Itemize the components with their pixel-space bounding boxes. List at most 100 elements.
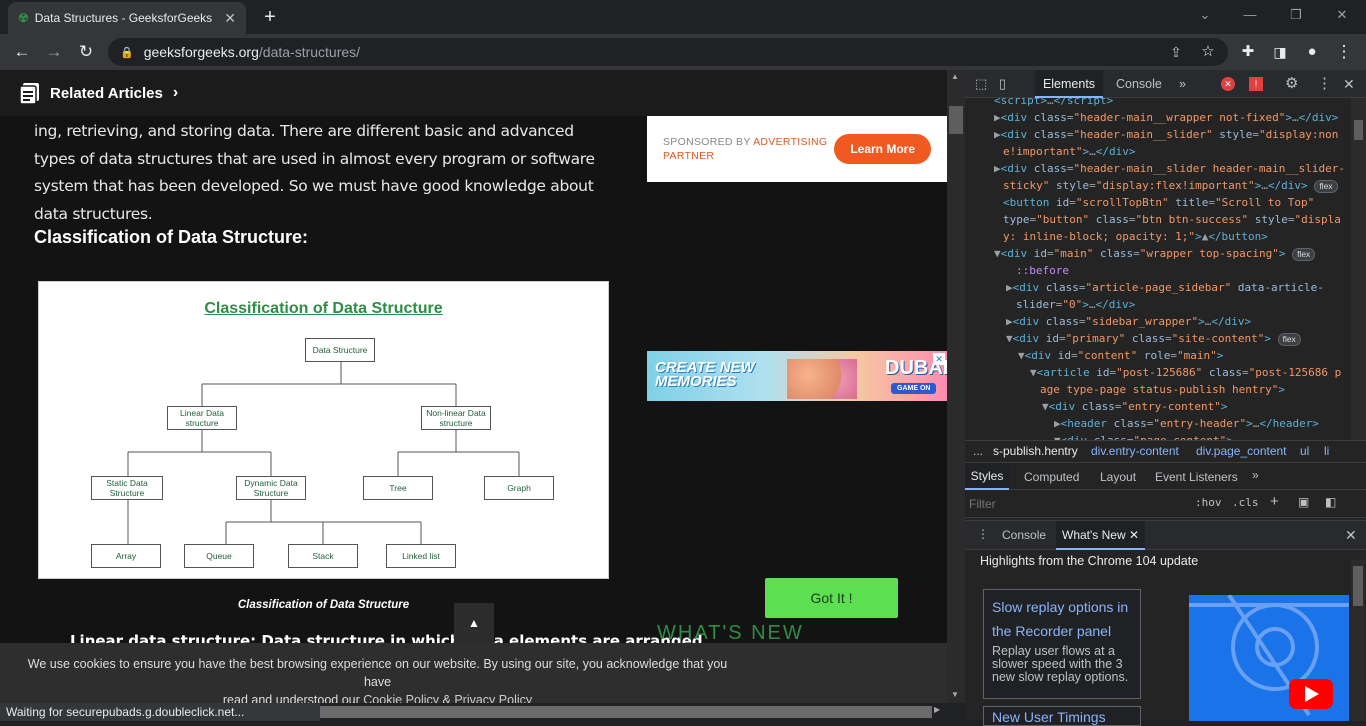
page-scrollbar[interactable]: [947, 70, 965, 703]
bookmark-star-icon[interactable]: ☆: [1196, 40, 1220, 64]
breadcrumb-item[interactable]: div.page_content: [1196, 444, 1287, 458]
node-tree: Tree: [363, 476, 433, 500]
dom-node[interactable]: ▼<div id="main" class="wrapper top-spaci…: [994, 245, 1316, 262]
scroll-to-top-button[interactable]: ▲: [454, 603, 494, 643]
tab-close-icon[interactable]: ✕: [224, 10, 236, 27]
error-count-icon[interactable]: ✕: [1221, 77, 1235, 91]
dom-node-cont: sticky" style="display:flex!important">……: [1003, 177, 1338, 194]
tab-elements[interactable]: Elements: [1035, 70, 1103, 98]
minimize-button[interactable]: —: [1230, 4, 1270, 26]
browser-tab[interactable]: ☢ Data Structures - GeeksforGeeks ✕: [8, 2, 246, 34]
tab-layout[interactable]: Layout: [1100, 470, 1136, 484]
node-linked-list: Linked list: [386, 544, 456, 568]
drawer-tab-whats-new[interactable]: What's New ✕: [1056, 521, 1146, 550]
tab-computed[interactable]: Computed: [1024, 470, 1079, 484]
status-text: Waiting for securepubads.g.doubleclick.n…: [0, 703, 320, 721]
dom-node[interactable]: <button id="scrollTopBtn" title="Scroll …: [1003, 194, 1314, 211]
learn-more-button[interactable]: Learn More: [834, 134, 931, 164]
cookie-banner: We use cookies to ensure you have the be…: [0, 643, 947, 703]
extensions-icon[interactable]: ✚: [1236, 40, 1260, 64]
drawer-menu-icon[interactable]: ⋮: [977, 527, 989, 541]
dom-node[interactable]: ▼<div class="page_content">: [1054, 432, 1233, 440]
menu-icon[interactable]: ⋮: [1332, 40, 1356, 64]
scroll-up-arrow-icon[interactable]: ▲: [951, 72, 959, 81]
card-title[interactable]: Slow replay options in the Recorder pane…: [992, 595, 1132, 643]
video-thumbnail[interactable]: [1189, 595, 1349, 721]
hov-toggle[interactable]: :hov: [1195, 496, 1222, 509]
back-icon[interactable]: ←: [10, 40, 34, 64]
dom-node[interactable]: ▼<div id="primary" class="site-content">…: [1006, 330, 1301, 347]
scroll-down-arrow-icon[interactable]: ▼: [951, 690, 959, 699]
elements-tree[interactable]: <script>…</script> ▶<div class="header-m…: [965, 98, 1350, 440]
inspect-element-icon[interactable]: ⬚: [975, 70, 987, 98]
more-tabs-icon[interactable]: »: [1179, 70, 1186, 98]
scroll-right-arrow-icon[interactable]: ▶: [934, 705, 940, 714]
more-styles-tabs-icon[interactable]: »: [1252, 468, 1259, 482]
issues-count-icon[interactable]: !: [1249, 77, 1263, 91]
node-stack: Stack: [288, 544, 358, 568]
dom-node[interactable]: ▶<div class="header-main__slider" style=…: [994, 126, 1338, 143]
cls-toggle[interactable]: .cls: [1232, 496, 1259, 509]
cookie-policy-link[interactable]: Cookie Policy: [363, 693, 439, 703]
dom-node[interactable]: ▶<div class="sidebar_wrapper">…</div>: [1006, 313, 1251, 330]
breadcrumb-ellipsis[interactable]: ...: [973, 444, 983, 458]
reload-icon[interactable]: ↻: [74, 40, 98, 64]
dom-node[interactable]: ▼<div id="content" role="main">: [1018, 347, 1223, 364]
breadcrumb-item[interactable]: div.entry-content: [1091, 444, 1179, 458]
drawer-scrollbar-thumb[interactable]: [1353, 566, 1363, 606]
dom-node[interactable]: ▼<article id="post-125686" class="post-1…: [1030, 364, 1341, 381]
side-panel-icon[interactable]: ◨: [1268, 40, 1292, 64]
drawer-tabbar: ⋮ Console What's New ✕ ✕: [965, 520, 1366, 550]
tab-styles[interactable]: Styles: [965, 463, 1009, 490]
new-style-rule-icon[interactable]: +: [1270, 493, 1279, 510]
tab-console[interactable]: Console: [1116, 70, 1162, 98]
drawer-tab-console[interactable]: Console: [1002, 528, 1046, 542]
new-tab-button[interactable]: +: [256, 4, 284, 30]
ad-line2: MEMORIES: [655, 373, 737, 390]
devtools-tabbar: ⬚ ▯ Elements Console » ✕ ! ⚙ ⋮ ✕: [965, 70, 1366, 98]
breadcrumb-item[interactable]: s-publish.hentry: [993, 444, 1078, 458]
related-articles-bar[interactable]: Related Articles ›: [0, 70, 947, 116]
whats-new-card-2[interactable]: New User Timings: [983, 706, 1141, 726]
restore-button[interactable]: ❐: [1276, 4, 1316, 26]
paint-icon[interactable]: ▣: [1298, 495, 1309, 509]
page-scrollbar-thumb[interactable]: [949, 106, 963, 134]
dom-node[interactable]: ▶<div class="header-main__slider header-…: [994, 160, 1345, 177]
elements-scrollbar[interactable]: [1351, 98, 1366, 440]
cookie-message: We use cookies to ensure you have the be…: [20, 655, 735, 703]
close-tab-icon[interactable]: ✕: [1129, 528, 1139, 542]
close-window-button[interactable]: ✕: [1322, 4, 1362, 26]
dom-node[interactable]: ▶<div class="article-page_sidebar" data-…: [1006, 279, 1324, 296]
node-data-structure: Data Structure: [305, 338, 375, 362]
elements-scrollbar-thumb[interactable]: [1354, 120, 1363, 140]
settings-gear-icon[interactable]: ⚙: [1285, 70, 1298, 98]
profile-icon[interactable]: ●: [1300, 40, 1324, 64]
horizontal-scrollbar[interactable]: [320, 706, 932, 718]
breadcrumb-item[interactable]: li: [1324, 444, 1329, 458]
got-it-button[interactable]: Got It !: [765, 578, 898, 618]
share-icon[interactable]: ⇪: [1164, 40, 1188, 64]
forward-icon[interactable]: →: [42, 40, 66, 64]
tab-search-icon[interactable]: ⌄: [1185, 4, 1225, 26]
whats-new-card[interactable]: Slow replay options in the Recorder pane…: [983, 589, 1141, 699]
dom-node[interactable]: ▶<header class="entry-header">…</header>: [1054, 415, 1319, 432]
card-description: Replay user flows at a slower speed with…: [992, 644, 1129, 684]
privacy-policy-link[interactable]: Privacy Policy: [454, 693, 532, 703]
dom-node[interactable]: ▶<div class="header-main__wrapper not-fi…: [994, 109, 1338, 126]
styles-filter-input[interactable]: [969, 494, 1169, 514]
devtools-close-icon[interactable]: ✕: [1343, 70, 1355, 98]
ad-close-icon[interactable]: ✕: [933, 353, 945, 365]
drawer-close-icon[interactable]: ✕: [1345, 527, 1357, 544]
whats-new-highlights: Highlights from the Chrome 104 update: [980, 554, 1199, 568]
toggle-sidebar-icon[interactable]: ◧: [1325, 495, 1336, 509]
breadcrumb-item[interactable]: ul: [1300, 444, 1309, 458]
diagram-connectors: [127, 362, 520, 544]
dom-node[interactable]: <script>…</script>: [994, 98, 1113, 109]
ad-banner[interactable]: CREATE NEW MEMORIES DUBAI GAME ON ✕: [647, 351, 947, 401]
device-toolbar-icon[interactable]: ▯: [999, 70, 1006, 98]
address-bar[interactable]: 🔒 geeksforgeeks.org/data-structures/: [108, 38, 1228, 66]
devtools-menu-icon[interactable]: ⋮: [1317, 70, 1332, 98]
tab-event-listeners[interactable]: Event Listeners: [1155, 470, 1238, 484]
dom-pseudo[interactable]: ::before: [1016, 262, 1069, 279]
dom-node[interactable]: ▼<div class="entry-content">: [1042, 398, 1227, 415]
